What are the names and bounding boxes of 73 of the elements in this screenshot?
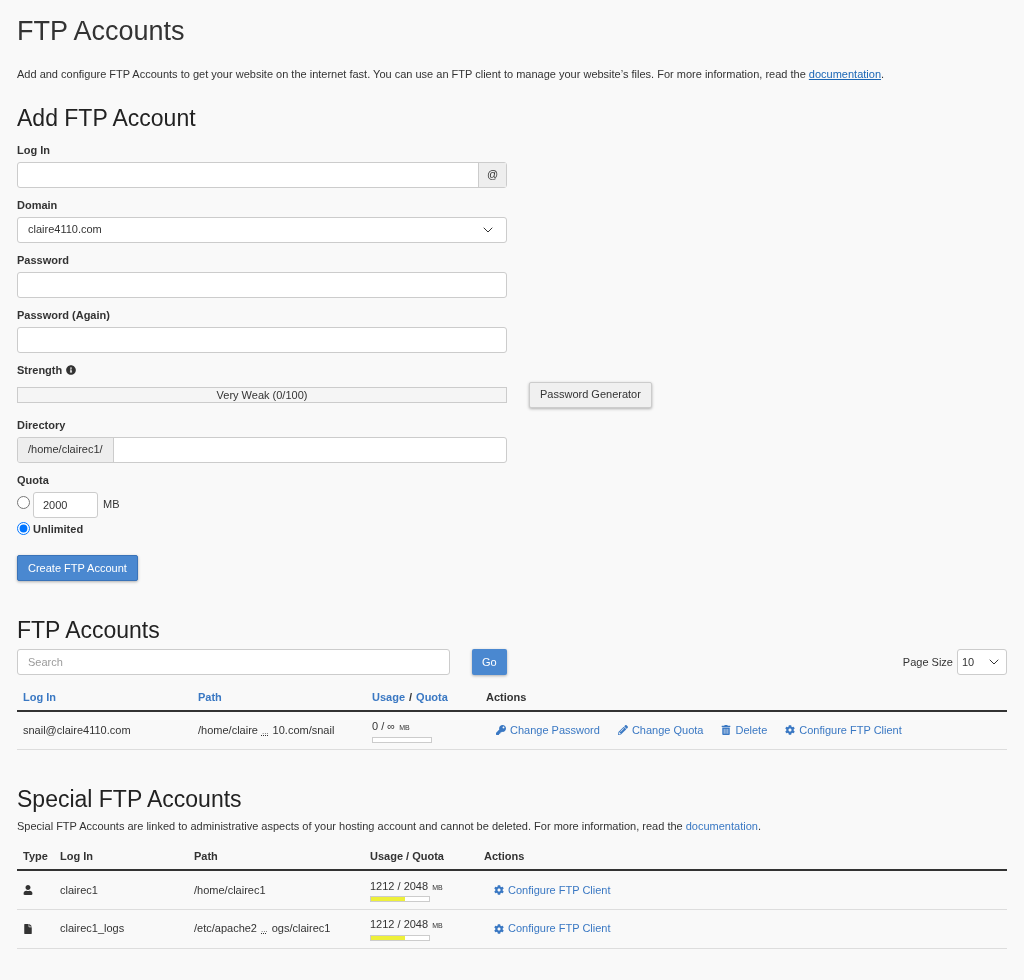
login-text: clairec1_logs [60,922,125,935]
search-field[interactable]: Search [17,649,450,675]
page-title: FTP Accounts [17,15,185,48]
user-icon [23,884,33,895]
column-header: Actions [486,691,527,704]
field-label: Password [17,252,69,267]
quota-radio[interactable] [17,495,30,509]
intro-text: Add and configure FTP Accounts to get your website on the internet fast. You can use an FTP client to manage your website’s files. For more information, read the documentation. [17,67,885,82]
separator-text: / [409,690,413,706]
ellipsis-link[interactable]: ... [261,727,269,736]
password-generator-button[interactable]: Password Generator [529,381,652,408]
path-text: 10.com/snail [272,724,335,736]
path-text: ogs/clairec1 [271,922,331,935]
directory-field[interactable]: /home/clairec1/ [17,436,507,463]
field-label: Quota [17,472,49,487]
action-link[interactable]: Configure FTP Client [494,881,611,898]
column-header: Actions [484,850,525,863]
gear-icon [494,923,504,934]
quota-radio[interactable] [17,522,30,536]
column-header: Path [194,850,218,863]
field-label: Password (Again) [17,307,110,322]
field-label: Strength [17,362,63,377]
key-icon [496,725,506,736]
special-description: Special FTP Accounts are linked to administrative aspects of your hosting account and cannot be deleted. For more information, read the documentation. [17,818,761,834]
page-size-label: Page Size [902,654,953,670]
usage-text: 1212 / 2048 [370,878,429,894]
quota-field[interactable]: 2000 [33,491,98,518]
login-field[interactable]: @ [17,161,507,188]
trash-icon [721,725,732,736]
pencil-icon [617,725,628,736]
password-field[interactable] [17,271,507,298]
section-title: Add FTP Account [17,103,196,133]
path-text: /home/clairec1 [194,883,266,896]
gear-icon [785,725,796,736]
documentation-link[interactable]: documentation [808,68,881,80]
domain-select[interactable]: claire4110.com [17,216,507,243]
password-again-field[interactable] [17,326,507,353]
usage-text: 0 / ∞ [372,719,396,734]
section-title: FTP Accounts [17,616,160,645]
create-account-button[interactable]: Create FTP Account [17,555,138,581]
action-link[interactable]: Configure FTP Client [494,920,611,937]
path-text: /home/claire [198,724,258,736]
go-button[interactable]: Go [472,649,507,675]
path-text: /etc/apache2 [194,922,257,935]
action-link[interactable]: Delete [721,722,768,739]
action-link[interactable]: Change Password [496,722,600,739]
field-label: Log In [17,142,50,157]
login-text: clairec1 [60,883,98,896]
at-sign-addon: @ [478,162,506,187]
column-header-link[interactable]: Quota [416,689,448,706]
column-header: Usage / Quota [370,850,444,863]
documentation-link[interactable]: documentation [685,819,758,832]
section-title: Special FTP Accounts [17,784,242,814]
usage-text: 1212 / 2048 [370,917,429,933]
column-header: Type [23,850,48,863]
column-header-link[interactable]: Log In [23,691,56,704]
ellipsis-link[interactable]: ... [261,925,268,935]
column-header-link[interactable]: Path [198,691,222,704]
column-header: Log In [60,850,93,863]
column-header-link[interactable]: Usage [372,689,406,706]
field-label: Directory [17,417,66,432]
info-icon [66,364,77,375]
page-size-select[interactable]: 10 [957,649,1007,675]
gear-icon [494,884,504,895]
action-link[interactable]: Change Quota [617,722,704,739]
action-link[interactable]: Configure FTP Client [785,722,902,739]
unlimited-label: Unlimited [33,521,84,537]
file-icon [23,923,33,934]
field-label: Domain [17,197,58,212]
strength-text: Very Weak (0/100) [215,387,309,402]
login-text: snail@claire4110.com [23,724,131,736]
directory-prefix: /home/clairec1/ [18,437,114,462]
unit-label: MB [103,497,120,513]
